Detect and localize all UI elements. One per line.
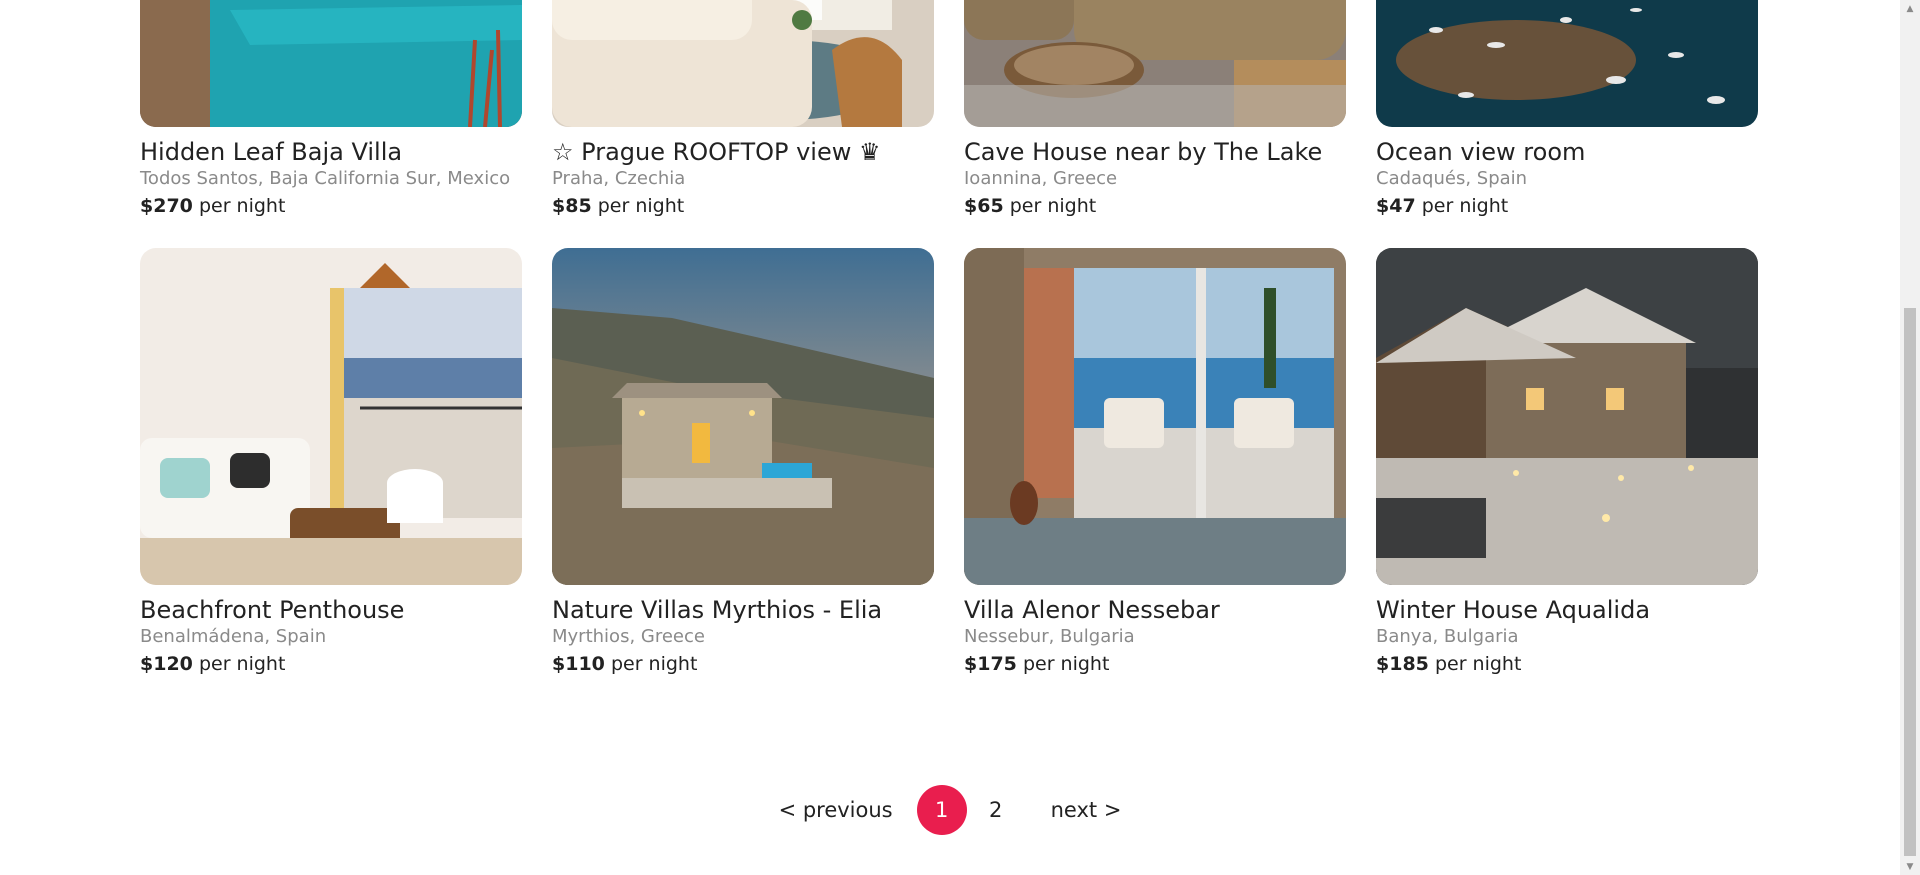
- listing-title[interactable]: Ocean view room: [1376, 137, 1758, 167]
- listing-card[interactable]: Nature Villas Myrthios - Elia Myrthios, …: [552, 248, 934, 677]
- listing-price: $175 per night: [964, 651, 1346, 677]
- listing-photo-sea-view-balcony[interactable]: [964, 248, 1346, 585]
- price-amount: $120: [140, 653, 193, 675]
- price-unit: per night: [198, 195, 286, 217]
- listing-location: Nessebur, Bulgaria: [964, 626, 1135, 647]
- price-unit: per night: [610, 653, 698, 675]
- price-amount: $185: [1376, 653, 1429, 675]
- listing-price: $85 per night: [552, 193, 934, 219]
- listing-location: Ioannina, Greece: [964, 168, 1118, 189]
- listing-title[interactable]: Hidden Leaf Baja Villa: [140, 137, 522, 167]
- listings-grid-row-2: Beachfront Penthouse Benalmádena, Spain …: [140, 248, 1760, 677]
- listing-card[interactable]: Hidden Leaf Baja Villa Todos Santos, Baj…: [140, 0, 522, 219]
- price-amount: $65: [964, 195, 1004, 217]
- listing-photo-snowy-chalet[interactable]: [1376, 248, 1758, 585]
- listing-title[interactable]: Cave House near by The Lake: [964, 137, 1346, 167]
- pagination: < previous 1 2 next >: [0, 785, 1900, 835]
- listing-location: Myrthios, Greece: [552, 626, 705, 647]
- price-unit: per night: [1009, 195, 1097, 217]
- listing-photo-vintage-sofa[interactable]: [964, 0, 1346, 127]
- listing-location: Cadaqués, Spain: [1376, 168, 1528, 189]
- listing-photo-harbor-boats[interactable]: [1376, 0, 1758, 127]
- previous-page-link[interactable]: < previous: [769, 798, 903, 822]
- listing-title[interactable]: ☆ Prague ROOFTOP view ♛: [552, 137, 934, 167]
- listing-location: Banya, Bulgaria: [1376, 626, 1519, 647]
- listing-price: $270 per night: [140, 193, 522, 219]
- listing-title[interactable]: Villa Alenor Nessebar: [964, 595, 1346, 625]
- price-amount: $110: [552, 653, 605, 675]
- price-amount: $270: [140, 195, 193, 217]
- listing-price: $110 per night: [552, 651, 934, 677]
- listing-photo-penthouse-living[interactable]: [140, 248, 522, 585]
- price-amount: $175: [964, 653, 1017, 675]
- vertical-scrollbar[interactable]: ▲ ▼: [1900, 0, 1920, 875]
- listing-title[interactable]: Nature Villas Myrthios - Elia: [552, 595, 934, 625]
- page-2-button[interactable]: 2: [971, 785, 1021, 835]
- listing-price: $185 per night: [1376, 651, 1758, 677]
- listing-card[interactable]: Cave House near by The Lake Ioannina, Gr…: [964, 0, 1346, 219]
- next-page-link[interactable]: next >: [1041, 798, 1132, 822]
- listing-card[interactable]: ☆ Prague ROOFTOP view ♛ Praha, Czechia $…: [552, 0, 934, 219]
- listing-card[interactable]: Villa Alenor Nessebar Nessebur, Bulgaria…: [964, 248, 1346, 677]
- listing-title[interactable]: Winter House Aqualida: [1376, 595, 1758, 625]
- scroll-up-arrow-icon[interactable]: ▲: [1900, 0, 1920, 17]
- listing-card[interactable]: Ocean view room Cadaqués, Spain $47 per …: [1376, 0, 1758, 219]
- scroll-down-arrow-icon[interactable]: ▼: [1900, 858, 1920, 875]
- listing-card[interactable]: Beachfront Penthouse Benalmádena, Spain …: [140, 248, 522, 677]
- listing-location: Todos Santos, Baja California Sur, Mexic…: [140, 168, 511, 189]
- listing-price: $47 per night: [1376, 193, 1758, 219]
- listing-location: Praha, Czechia: [552, 168, 686, 189]
- price-unit: per night: [597, 195, 685, 217]
- listing-location: Benalmádena, Spain: [140, 626, 327, 647]
- listings-page: Hidden Leaf Baja Villa Todos Santos, Baj…: [0, 0, 1900, 875]
- price-unit: per night: [1022, 653, 1110, 675]
- listing-price: $120 per night: [140, 651, 522, 677]
- price-amount: $85: [552, 195, 592, 217]
- page-1-button[interactable]: 1: [916, 785, 967, 835]
- listings-grid-row-1: Hidden Leaf Baja Villa Todos Santos, Baj…: [140, 0, 1760, 219]
- listing-photo-pool-villa[interactable]: [140, 0, 522, 127]
- listing-photo-living-room[interactable]: [552, 0, 934, 127]
- price-unit: per night: [1434, 653, 1522, 675]
- listing-title[interactable]: Beachfront Penthouse: [140, 595, 522, 625]
- price-unit: per night: [198, 653, 286, 675]
- listing-photo-stone-villa-hillside[interactable]: [552, 248, 934, 585]
- price-unit: per night: [1421, 195, 1509, 217]
- listing-price: $65 per night: [964, 193, 1346, 219]
- price-amount: $47: [1376, 195, 1416, 217]
- listing-card[interactable]: Winter House Aqualida Banya, Bulgaria $1…: [1376, 248, 1758, 677]
- scrollbar-thumb[interactable]: [1904, 308, 1916, 856]
